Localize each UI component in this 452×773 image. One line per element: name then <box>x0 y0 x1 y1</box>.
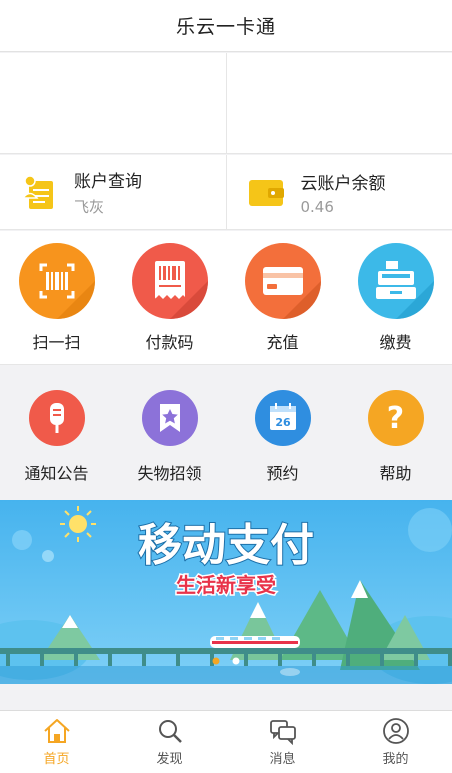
banner-subtitle: 生活新享受 <box>176 573 276 597</box>
notice-button[interactable]: 通知公告 <box>0 366 113 500</box>
blank-panel-left <box>0 53 227 153</box>
question-icon: ? <box>367 390 424 446</box>
recharge-button[interactable]: 充值 <box>226 231 339 364</box>
pay-fees-button[interactable]: 缴费 <box>339 231 452 364</box>
primary-actions: 扫一扫 付款码 充值 缴费 <box>0 231 452 365</box>
payment-code-label: 付款码 <box>145 333 194 352</box>
cloud-balance-label: 云账户余额 <box>300 173 386 194</box>
card-icon <box>244 243 321 319</box>
blank-panel-right <box>227 53 452 153</box>
promo-banner[interactable]: 移动支付 生活新享受 <box>0 500 452 684</box>
banner-title: 移动支付 <box>138 520 314 571</box>
payment-code-button[interactable]: 付款码 <box>113 231 226 364</box>
search-icon <box>158 720 182 743</box>
reservation-button[interactable]: 26 预约 <box>226 366 339 500</box>
tab-messages[interactable]: 消息 <box>226 711 339 773</box>
help-label: 帮助 <box>379 464 412 483</box>
home-icon <box>43 719 70 743</box>
barcode-receipt-icon <box>131 243 208 319</box>
account-card-icon <box>18 171 60 213</box>
page-title: 乐云一卡通 <box>175 16 276 38</box>
notice-label: 通知公告 <box>24 464 89 483</box>
tab-home[interactable]: 首页 <box>0 711 113 773</box>
account-query-label: 账户查询 <box>74 172 142 192</box>
secondary-actions: 通知公告 失物招领 26 预约 ? 帮助 <box>0 366 452 500</box>
tab-profile-label: 我的 <box>382 752 409 767</box>
scan-icon <box>18 243 95 319</box>
question-glyph: ? <box>386 400 405 436</box>
tab-profile[interactable]: 我的 <box>339 711 452 773</box>
reservation-label: 预约 <box>266 464 299 483</box>
pay-fees-label: 缴费 <box>379 333 412 352</box>
scan-label: 扫一扫 <box>32 333 81 352</box>
blank-panel-row <box>0 53 452 154</box>
tab-discover-label: 发现 <box>156 752 183 767</box>
star-bookmark-icon <box>141 390 198 446</box>
help-button[interactable]: ? 帮助 <box>339 366 452 500</box>
account-query-button[interactable]: 账户查询 飞灰 <box>0 155 227 229</box>
user-icon <box>382 718 409 744</box>
microphone-icon <box>28 390 85 446</box>
lost-found-button[interactable]: 失物招领 <box>113 366 226 500</box>
lost-found-label: 失物招领 <box>137 464 202 483</box>
banner-dot-1[interactable] <box>212 657 220 665</box>
message-icon <box>269 720 296 745</box>
app-header: 乐云一卡通 <box>0 0 452 52</box>
recharge-label: 充值 <box>266 333 299 352</box>
cloud-balance-value: 0.46 <box>300 197 334 216</box>
calendar-icon: 26 <box>254 390 311 446</box>
wallet-icon <box>245 171 287 213</box>
account-name: 飞灰 <box>74 198 105 216</box>
cloud-balance-button[interactable]: 云账户余额 0.46 <box>227 155 452 229</box>
tab-discover[interactable]: 发现 <box>113 711 226 773</box>
train-icon <box>210 636 300 648</box>
tab-messages-label: 消息 <box>269 752 296 767</box>
tab-home-label: 首页 <box>43 752 70 767</box>
banner-dot-2[interactable] <box>232 657 240 665</box>
calendar-day: 26 <box>275 416 291 429</box>
cash-register-icon <box>357 243 434 319</box>
bottom-tab-bar: 首页 发现 消息 我的 <box>0 710 452 773</box>
scan-button[interactable]: 扫一扫 <box>0 231 113 364</box>
account-summary: 账户查询 飞灰 云账户余额 0.46 <box>0 155 452 230</box>
